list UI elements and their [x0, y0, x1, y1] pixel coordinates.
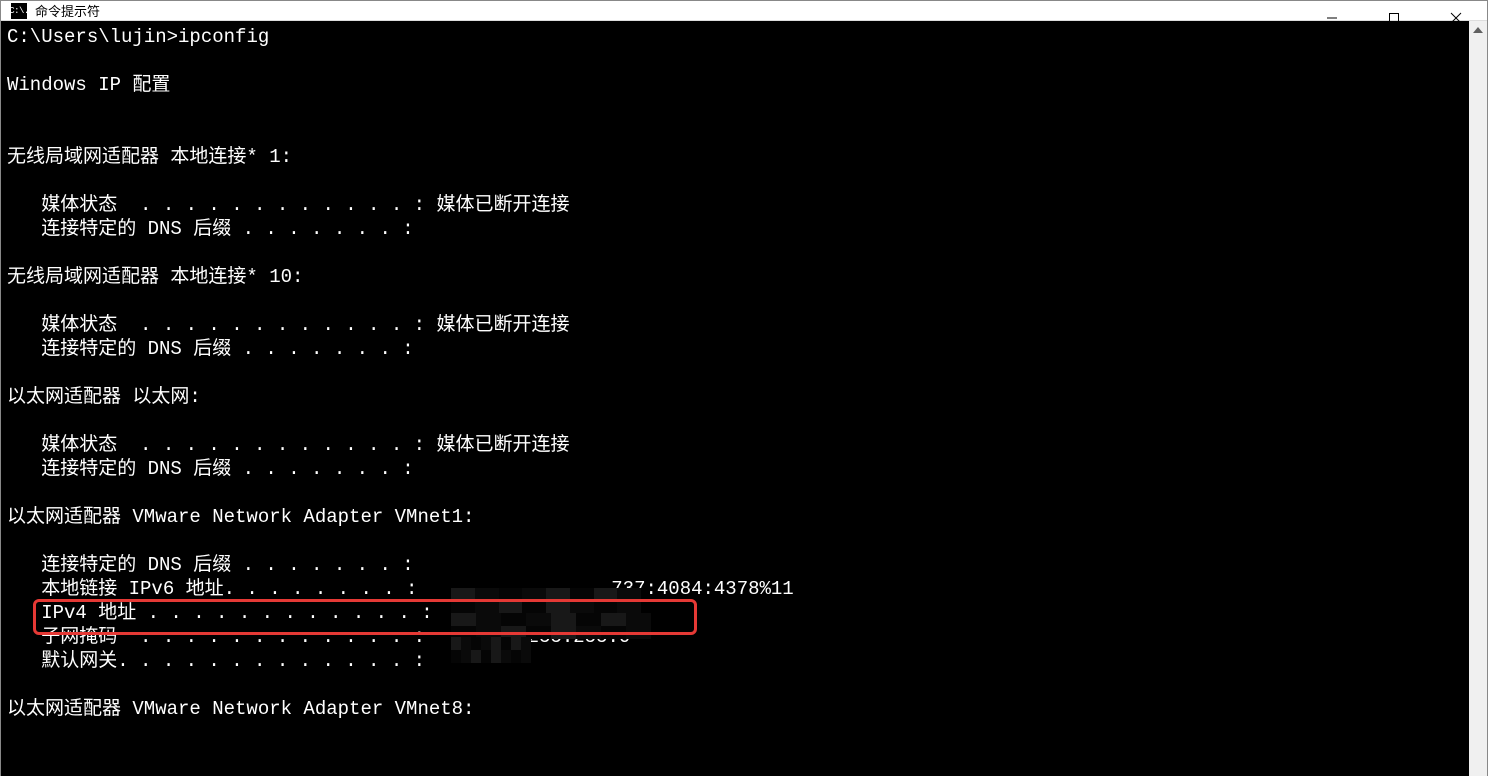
censored-region	[451, 637, 531, 663]
output-line: 默认网关. . . . . . . . . . . . . :	[7, 650, 425, 672]
section-title: 以太网适配器 VMware Network Adapter VMnet8:	[7, 698, 474, 720]
section-title: 以太网适配器 以太网:	[7, 386, 201, 408]
output-line: 媒体状态 . . . . . . . . . . . . : 媒体已断开连接	[7, 194, 569, 216]
window-title: 命令提示符	[35, 1, 100, 20]
output-line: 连接特定的 DNS 后缀 . . . . . . . :	[7, 554, 414, 576]
output-line: 连接特定的 DNS 后缀 . . . . . . . :	[7, 458, 414, 480]
prompt-line: C:\Users\lujin>ipconfig	[7, 26, 269, 48]
censored-region	[451, 613, 651, 639]
section-title: 无线局域网适配器 本地连接* 1:	[7, 146, 292, 168]
output-line: 本地链接 IPv6 地址. . . . . . . . : 737:4084:4…	[7, 578, 794, 600]
vertical-scrollbar[interactable]	[1469, 21, 1487, 776]
output-line: 媒体状态 . . . . . . . . . . . . : 媒体已断开连接	[7, 434, 569, 456]
terminal-output[interactable]: C:\Users\lujin>ipconfig Windows IP 配置 无线…	[1, 21, 1469, 776]
section-title: 以太网适配器 VMware Network Adapter VMnet1:	[7, 506, 474, 528]
section-title: 无线局域网适配器 本地连接* 10:	[7, 266, 303, 288]
terminal-area: C:\Users\lujin>ipconfig Windows IP 配置 无线…	[1, 21, 1487, 776]
censored-region	[451, 588, 641, 616]
window-frame: C:\. 命令提示符 C:\Users\lujin>ipconfig Windo…	[0, 0, 1488, 776]
output-line: 连接特定的 DNS 后缀 . . . . . . . :	[7, 338, 414, 360]
output-line: 连接特定的 DNS 后缀 . . . . . . . :	[7, 218, 414, 240]
ip-header: Windows IP 配置	[7, 74, 170, 96]
output-line: IPv4 地址 . . . . . . . . . . . . :	[7, 602, 433, 624]
cmd-icon: C:\.	[11, 3, 27, 19]
titlebar[interactable]: C:\. 命令提示符	[1, 1, 1487, 21]
output-line: 媒体状态 . . . . . . . . . . . . : 媒体已断开连接	[7, 314, 569, 336]
scroll-up-icon[interactable]	[1471, 23, 1485, 37]
